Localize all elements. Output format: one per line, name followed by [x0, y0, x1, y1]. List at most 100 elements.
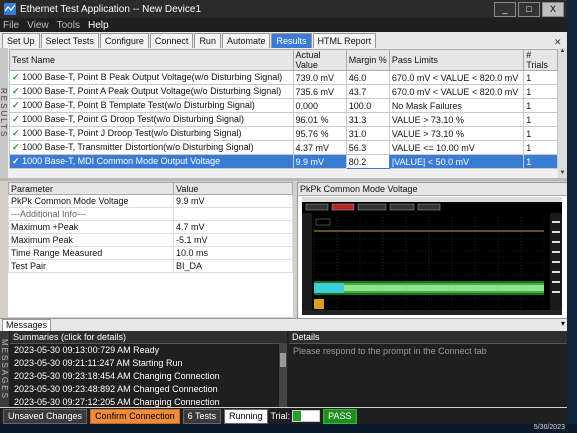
pass-limits: 670.0 mV < VALUE < 820.0 mV	[388, 84, 525, 99]
tab-html-report[interactable]: HTML Report	[312, 33, 377, 48]
col-test-name[interactable]: Test Name	[9, 49, 294, 71]
status-bar: Unsaved Changes Confirm Connection 6 Tes…	[0, 408, 570, 424]
running-status: Running	[223, 408, 268, 424]
tab-set-up[interactable]: Set Up	[2, 33, 40, 48]
panel-splitter[interactable]	[0, 178, 567, 181]
param-value: 9.9 mV	[173, 194, 293, 208]
list-item[interactable]: 2023-05-30 09:23:18:454 AM Changing Conn…	[10, 370, 287, 383]
test-name: 1000 Base-T, Point B Template Test(w/o D…	[22, 100, 255, 110]
trial-label: Trial:	[270, 411, 291, 421]
results-side-label: RESULTS	[0, 48, 8, 178]
messages-side-label: MESSAGES	[0, 331, 9, 407]
confirm-connection-indicator[interactable]: Confirm Connection	[90, 408, 180, 424]
pass-limits: VALUE > 73.10 %	[388, 126, 525, 141]
param-name: Test Pair	[8, 259, 174, 273]
tab-messages[interactable]: Messages	[2, 319, 52, 331]
tab-run[interactable]: Run	[194, 33, 221, 48]
actual-value: 739.0 mV	[292, 70, 347, 85]
scroll-down-icon[interactable]: ▼	[558, 170, 567, 178]
oscilloscope-screenshot[interactable]	[302, 197, 562, 315]
col-pass-limits[interactable]: Pass Limits	[388, 49, 525, 71]
actual-value: 9.9 mV	[292, 154, 347, 169]
menu-bar: File View Tools Help	[0, 18, 567, 32]
pass-check-icon: ✓	[12, 114, 20, 124]
test-name: 1000 Base-T, Transmitter Distortion(w/o …	[22, 142, 254, 152]
trials-count: 1	[523, 84, 558, 99]
pass-check-icon: ✓	[12, 86, 20, 96]
maximize-button[interactable]: □	[518, 1, 540, 17]
menu-view[interactable]: View	[27, 20, 49, 31]
param-value: 10.0 ms	[173, 246, 293, 260]
details-text: Please respond to the prompt in the Conn…	[293, 346, 487, 356]
messages-panel: MESSAGES Summaries (click for details) 2…	[0, 331, 567, 407]
scroll-thumb[interactable]	[280, 353, 286, 367]
desktop-background	[567, 0, 577, 433]
actual-value: 0.000	[292, 98, 347, 113]
col-actual-value[interactable]: Actual Value	[292, 49, 347, 71]
unsaved-changes-indicator: Unsaved Changes	[3, 408, 88, 424]
tab-select-tests[interactable]: Select Tests	[40, 33, 99, 48]
col-trials[interactable]: # Trials	[523, 49, 558, 71]
pass-check-icon: ✓	[12, 100, 20, 110]
menu-tools[interactable]: Tools	[57, 20, 80, 31]
results-panel: RESULTS Test Name Actual Value Margin % …	[0, 48, 567, 178]
pass-limits: |VALUE| < 50.0 mV	[388, 154, 525, 169]
menu-file[interactable]: File	[3, 20, 19, 31]
pass-check-icon: ✓	[12, 142, 20, 152]
scroll-up-icon[interactable]: ▲	[558, 48, 567, 56]
test-name: 1000 Base-T, Point G Droop Test(w/o Dist…	[22, 114, 245, 124]
list-item[interactable]: 2023-05-30 09:21:11:247 AM Starting Run	[10, 357, 287, 370]
details-pane: Details Please respond to the prompt in …	[289, 331, 567, 407]
app-window: Ethernet Test Application -- New Device1…	[0, 0, 570, 424]
param-value: BI_DA	[173, 259, 293, 273]
param-row: PkPk Common Mode Voltage 9.9 mV	[8, 194, 293, 208]
margin-value: 46.0	[345, 70, 390, 85]
col-value[interactable]: Value	[173, 182, 293, 195]
trials-count: 1	[523, 112, 558, 127]
table-row[interactable]: ✓ 1000 Base-T, Point B Peak Output Volta…	[9, 70, 558, 85]
close-tab-icon[interactable]: ✕	[554, 37, 564, 48]
margin-value: 43.7	[345, 84, 390, 99]
table-row[interactable]: ✓ 1000 Base-T, Point B Template Test(w/o…	[9, 98, 558, 113]
param-name: Maximum +Peak	[8, 220, 174, 234]
trial-progress	[292, 410, 321, 422]
param-value: 4.7 mV	[173, 220, 293, 234]
close-button[interactable]: X	[542, 1, 564, 17]
param-name: PkPk Common Mode Voltage	[8, 194, 174, 208]
trial-indicator: Trial:	[271, 410, 321, 422]
margin-value: 31.0	[345, 126, 390, 141]
summaries-pane: Summaries (click for details) 2023-05-30…	[10, 331, 287, 407]
results-table: Test Name Actual Value Margin % Pass Lim…	[9, 49, 558, 169]
table-row[interactable]: ✓ 1000 Base-T, Point J Droop Test(w/o Di…	[9, 126, 558, 141]
menu-help[interactable]: Help	[88, 20, 109, 31]
details-header: Details	[289, 331, 567, 344]
table-row-selected[interactable]: ✓ 1000 Base-T, MDI Common Mode Output Vo…	[9, 154, 558, 169]
param-row: Test Pair BI_DA	[8, 259, 293, 273]
table-row[interactable]: ✓ 1000 Base-T, Point A Peak Output Volta…	[9, 84, 558, 99]
param-name: Time Range Measured	[8, 246, 174, 260]
param-row: Maximum +Peak 4.7 mV	[8, 220, 293, 234]
pass-check-icon: ✓	[12, 156, 20, 166]
summaries-scrollbar[interactable]	[279, 343, 287, 407]
tab-connect[interactable]: Connect	[149, 33, 194, 48]
tab-configure[interactable]: Configure	[99, 33, 149, 48]
list-item[interactable]: 2023-05-30 09:23:48:892 AM Changed Conne…	[10, 383, 287, 396]
minimize-button[interactable]: _	[494, 1, 516, 17]
waveform-title: PkPk Common Mode Voltage	[298, 183, 568, 196]
results-scrollbar[interactable]: ▲ ▼	[558, 48, 567, 178]
actual-value: 4.37 mV	[292, 140, 347, 155]
col-margin[interactable]: Margin %	[345, 49, 390, 71]
param-value: -5.1 mV	[173, 233, 293, 247]
collapse-icon[interactable]: ▾	[561, 319, 565, 328]
trials-count: 1	[523, 98, 558, 113]
test-name: 1000 Base-T, Point A Peak Output Voltage…	[22, 86, 282, 96]
col-parameter[interactable]: Parameter	[8, 182, 174, 195]
list-item[interactable]: 2023-05-30 09:13:00:729 AM Ready	[10, 344, 287, 357]
margin-value: 100.0	[345, 98, 390, 113]
table-row[interactable]: ✓ 1000 Base-T, Transmitter Distortion(w/…	[9, 140, 558, 155]
tests-count: 6 Tests	[182, 408, 221, 424]
tab-automate[interactable]: Automate	[221, 33, 271, 48]
param-name: ---Additional Info---	[8, 207, 174, 221]
tab-results[interactable]: Results	[271, 33, 312, 48]
table-row[interactable]: ✓ 1000 Base-T, Point G Droop Test(w/o Di…	[9, 112, 558, 127]
